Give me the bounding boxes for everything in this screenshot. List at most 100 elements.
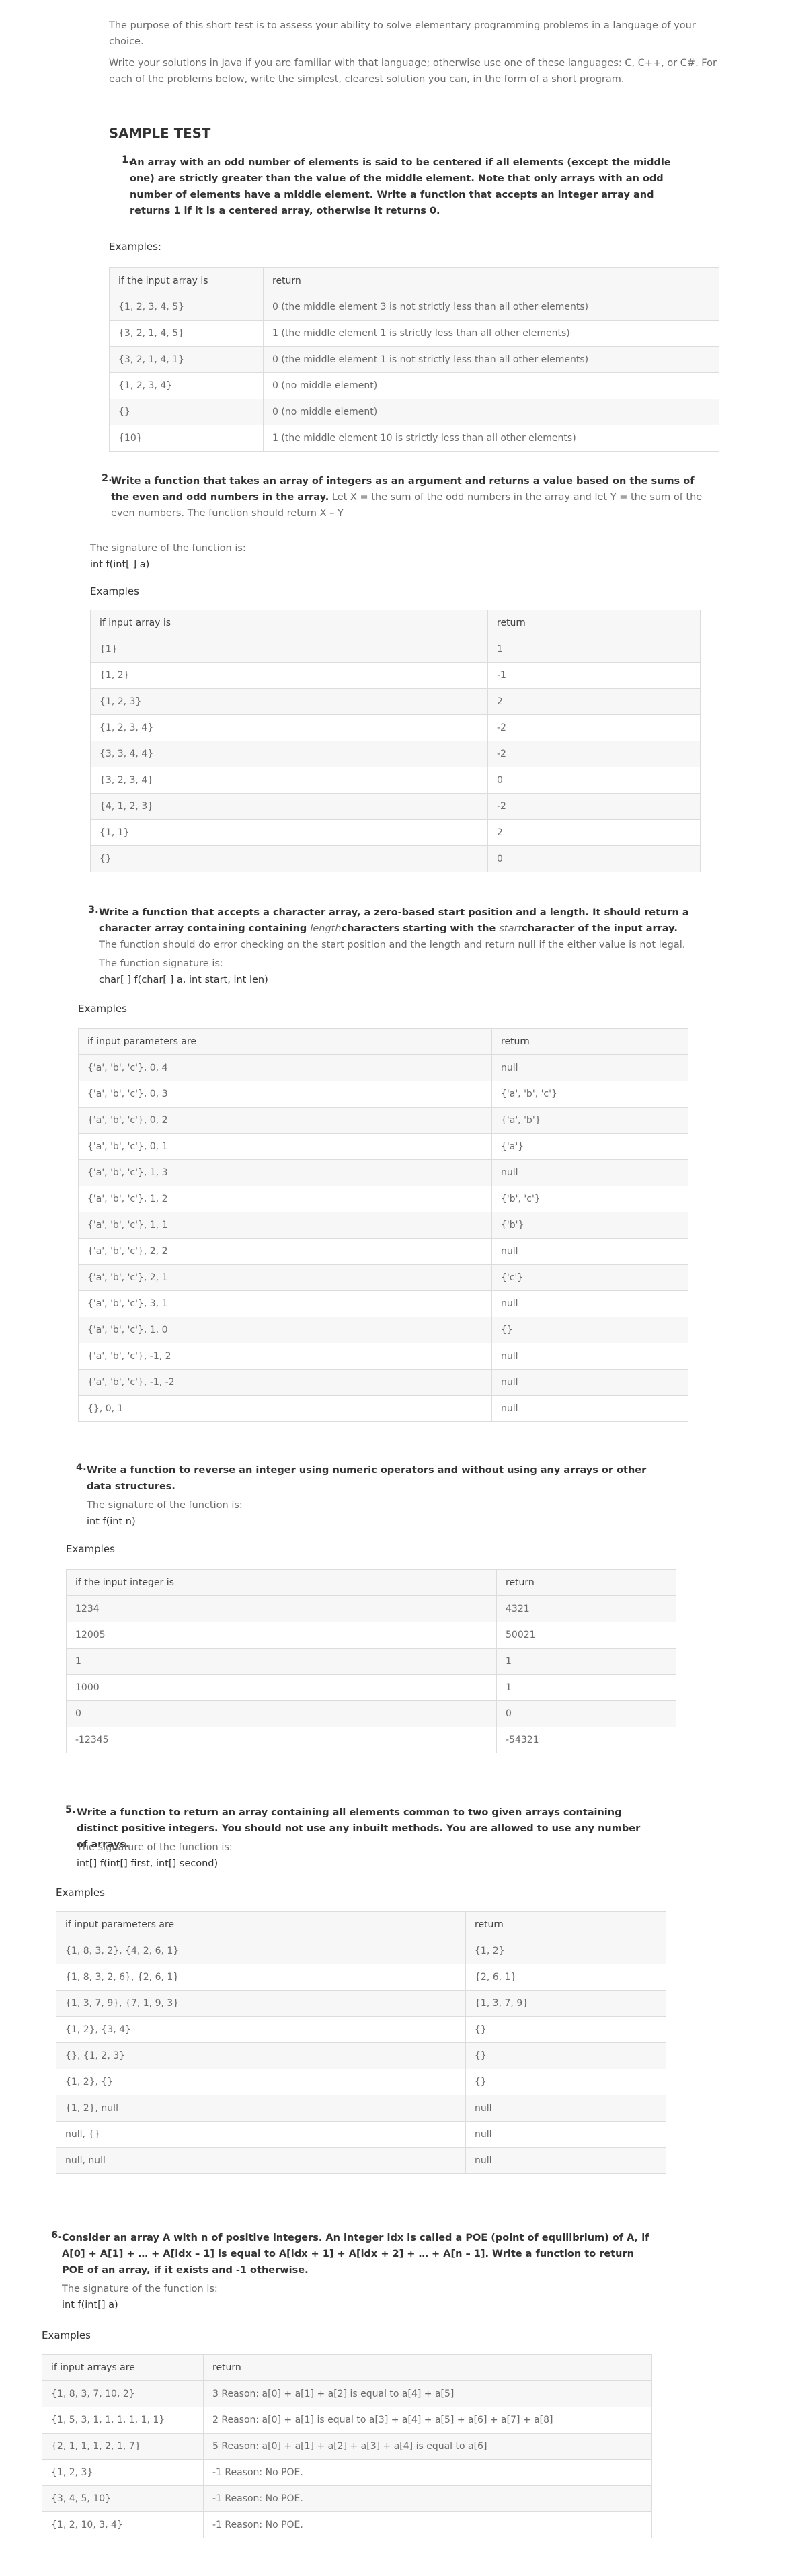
question-5-number: 5. — [65, 1804, 76, 1815]
return-cell: null — [491, 1238, 688, 1265]
table-row: {'a', 'b', 'c'}, 0, 2 {'a', 'b'} — [78, 1107, 688, 1134]
table-row: {'a', 'b', 'c'}, 0, 4 null — [78, 1054, 688, 1081]
return-cell: {'b'} — [491, 1212, 688, 1239]
return-cell: null — [491, 1395, 688, 1422]
input-cell: 1234 — [66, 1595, 497, 1622]
table-row: {1, 2, 3} 2 — [90, 688, 701, 715]
return-cell: null — [491, 1369, 688, 1396]
table-row: {1, 8, 3, 7, 10, 2} 3 Reason: a[0] + a[1]… — [42, 2380, 652, 2407]
column-header: if input arrays are — [42, 2354, 204, 2381]
table-row: {'a', 'b', 'c'}, -1, 2 null — [78, 1343, 688, 1370]
table-header-row: if input array is return — [90, 610, 701, 636]
question-4-examples-label: Examples — [66, 1543, 115, 1555]
table-row: null, {} null — [56, 2121, 666, 2148]
return-cell: 0 — [496, 1700, 676, 1727]
input-cell: {'a', 'b', 'c'}, 0, 2 — [78, 1107, 492, 1134]
table-row: {3, 3, 4, 4} -2 — [90, 741, 701, 767]
input-cell: {1, 2, 10, 3, 4} — [42, 2511, 204, 2538]
question-5-examples-table: if input parameters are return {1, 8, 3,… — [56, 1911, 666, 2174]
return-cell: 0 (the middle element 3 is not strictly … — [263, 294, 719, 321]
question-2-examples-label: Examples — [90, 585, 139, 597]
return-cell: -1 Reason: No POE. — [203, 2511, 652, 2538]
return-cell: -2 — [487, 714, 701, 741]
table-row: {'a', 'b', 'c'}, 3, 1 null — [78, 1290, 688, 1317]
sample-test-heading: SAMPLE TEST — [109, 126, 211, 141]
return-cell: {} — [465, 2016, 666, 2043]
return-cell: -1 Reason: No POE. — [203, 2459, 652, 2486]
table-header-row: if input arrays are return — [42, 2354, 652, 2381]
return-cell: null — [491, 1159, 688, 1186]
table-header-row: if input parameters are return — [56, 1911, 666, 1938]
input-cell: {'a', 'b', 'c'}, -1, -2 — [78, 1369, 492, 1396]
input-cell: {1, 2}, null — [56, 2095, 466, 2122]
question-6-examples-label: Examples — [42, 2329, 91, 2341]
table-row: {1, 2}, null null — [56, 2095, 666, 2122]
return-cell: null — [491, 1054, 688, 1081]
table-row: {1, 2} -1 — [90, 662, 701, 689]
question-4-text: Write a function to reverse an integer u… — [87, 1462, 665, 1495]
column-header: return — [203, 2354, 652, 2381]
table-row: {1, 2}, {}{} — [56, 2069, 666, 2095]
return-cell: {'c'} — [491, 1264, 688, 1291]
question-3-statement-b: characters starting with the — [341, 923, 500, 934]
return-cell: {} — [465, 2042, 666, 2069]
input-cell: 0 — [66, 1700, 497, 1727]
question-4-statement: Write a function to reverse an integer u… — [87, 1465, 647, 1492]
table-row: {3, 2, 3, 4} 0 — [90, 767, 701, 794]
table-row: {'a', 'b', 'c'}, 0, 3 {'a', 'b', 'c'} — [78, 1081, 688, 1108]
input-cell: 1 — [66, 1648, 497, 1675]
return-cell: 2 — [487, 688, 701, 715]
input-cell: {1, 8, 3, 2, 6}, {2, 6, 1} — [56, 1964, 466, 1991]
return-cell: 1 — [496, 1674, 676, 1701]
question-2-signature: int f(int[ ] a) — [90, 559, 150, 570]
input-cell: {3, 2, 1, 4, 1} — [109, 346, 264, 373]
column-header: if input array is — [90, 610, 488, 636]
return-cell: 5 Reason: a[0] + a[1] + a[2] + a[3] + a[… — [203, 2433, 652, 2460]
question-3-text: Write a function that accepts a characte… — [99, 905, 697, 953]
return-cell: {} — [491, 1317, 688, 1343]
column-header: if the input integer is — [66, 1569, 497, 1596]
input-cell: 12005 — [66, 1622, 497, 1649]
input-cell: {1, 2}, {3, 4} — [56, 2016, 466, 2043]
question-4-signature: int f(int n) — [87, 1516, 136, 1527]
question-6-text: Consider an array A with n of positive i… — [62, 2230, 650, 2278]
question-5-signature-label: The signature of the function is: — [77, 1842, 233, 1853]
question-6-examples-table: if input arrays are return {1, 8, 3, 7, … — [42, 2354, 652, 2538]
return-cell: {1, 2} — [465, 1938, 666, 1964]
question-1-statement: An array with an odd number of elements … — [130, 157, 671, 216]
input-cell: {1, 2, 3, 4} — [90, 714, 488, 741]
column-header: return — [496, 1569, 676, 1596]
return-cell: 1 (the middle element 10 is strictly les… — [263, 425, 719, 452]
input-cell: {1, 8, 3, 7, 10, 2} — [42, 2380, 204, 2407]
return-cell: {'a'} — [491, 1133, 688, 1160]
return-cell: {'a', 'b'} — [491, 1107, 688, 1134]
table-row: {'a', 'b', 'c'}, 2, 1 {'c'} — [78, 1264, 688, 1291]
question-3-examples-label: Examples — [78, 1003, 127, 1015]
return-cell: 2 Reason: a[0] + a[1] is equal to a[3] +… — [203, 2407, 652, 2434]
return-cell: 4321 — [496, 1595, 676, 1622]
input-cell: null, {} — [56, 2121, 466, 2148]
question-5-signature: int[] f(int[] first, int[] second) — [77, 1858, 219, 1869]
input-cell: {'a', 'b', 'c'}, -1, 2 — [78, 1343, 492, 1370]
input-cell: {1} — [90, 636, 488, 663]
input-cell: 1000 — [66, 1674, 497, 1701]
question-3-detail: The function should do error checking on… — [99, 940, 686, 950]
question-3-examples-table: if input parameters are return {'a', 'b'… — [78, 1028, 688, 1422]
input-cell: {'a', 'b', 'c'}, 2, 2 — [78, 1238, 492, 1265]
table-row: {1, 5, 3, 1, 1, 1, 1, 1, 1} 2 Reason: a[0… — [42, 2407, 652, 2434]
question-3-italic-start: start — [499, 923, 522, 934]
question-1-examples-table: if the input array is return {1, 2, 3, 4… — [109, 267, 719, 452]
table-row: null, null null — [56, 2147, 666, 2174]
return-cell: 50021 — [496, 1622, 676, 1649]
return-cell: -2 — [487, 741, 701, 767]
question-3-signature: char[ ] f(char[ ] a, int start, int len) — [99, 974, 268, 985]
return-cell: 3 Reason: a[0] + a[1] + a[2] is equal to… — [203, 2380, 652, 2407]
table-row: {}, 0, 1 null — [78, 1395, 688, 1422]
question-2-examples-table: if input array is return {1} 1 {1, 2} -1 {… — [90, 610, 701, 872]
intro-paragraph-2: Write your solutions in Java if you are … — [109, 58, 717, 85]
column-header: return — [491, 1028, 688, 1055]
table-row: {1, 2, 10, 3, 4} -1 Reason: No POE. — [42, 2511, 652, 2538]
return-cell: {'a', 'b', 'c'} — [491, 1081, 688, 1108]
table-row: {'a', 'b', 'c'}, -1, -2 null — [78, 1369, 688, 1396]
input-cell: {4, 1, 2, 3} — [90, 793, 488, 820]
